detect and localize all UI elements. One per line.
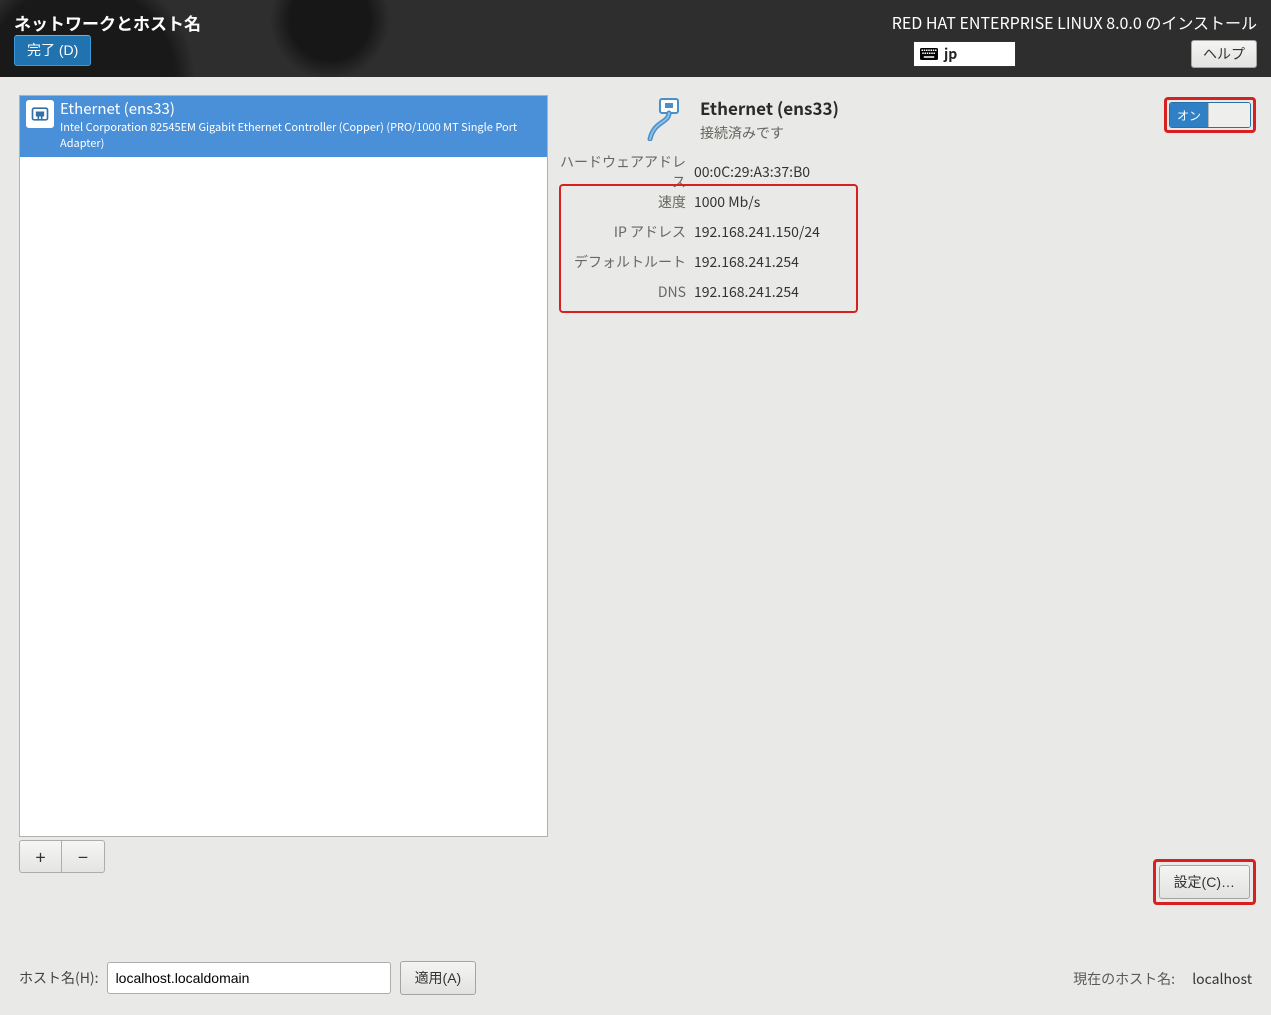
- header-right: RED HAT ENTERPRISE LINUX 8.0.0 のインストール j…: [892, 10, 1257, 68]
- keyboard-layout-label: jp: [944, 44, 957, 64]
- device-name: Ethernet (ens33): [60, 100, 541, 118]
- body: Ethernet (ens33) Intel Corporation 82545…: [0, 77, 1271, 1015]
- current-hostname-label: 現在のホスト名:: [1073, 969, 1175, 989]
- add-device-button[interactable]: +: [19, 840, 62, 873]
- hostname-input[interactable]: [107, 962, 391, 994]
- hwaddr-label: ハードウェアアドレス: [560, 152, 692, 192]
- apply-button[interactable]: 適用(A): [400, 961, 477, 995]
- detail-status: 接続済みです: [700, 123, 839, 143]
- detail-name: Ethernet (ens33): [700, 95, 839, 120]
- page-title: ネットワークとホスト名: [14, 10, 201, 35]
- connection-toggle[interactable]: オン: [1169, 102, 1251, 128]
- device-list[interactable]: Ethernet (ens33) Intel Corporation 82545…: [19, 95, 548, 837]
- device-row-ens33[interactable]: Ethernet (ens33) Intel Corporation 82545…: [20, 96, 547, 157]
- remove-device-button[interactable]: −: [62, 840, 105, 873]
- speed-value: 1000 Mb/s: [692, 192, 760, 212]
- dns-value: 192.168.241.254: [692, 282, 799, 302]
- speed-label: 速度: [560, 192, 692, 212]
- toggle-on-label: オン: [1170, 103, 1208, 127]
- hostname-label: ホスト名(H):: [19, 968, 99, 988]
- help-button[interactable]: ヘルプ: [1191, 40, 1257, 68]
- toggle-highlight: オン: [1164, 97, 1256, 133]
- configure-button[interactable]: 設定(C)…: [1159, 865, 1250, 899]
- done-button[interactable]: 完了 (D): [14, 35, 91, 66]
- header-bar: ネットワークとホスト名 完了 (D) RED HAT ENTERPRISE LI…: [0, 0, 1271, 77]
- route-value: 192.168.241.254: [692, 252, 799, 272]
- keyboard-indicator[interactable]: jp: [913, 41, 1016, 67]
- device-sub: Intel Corporation 82545EM Gigabit Ethern…: [60, 119, 541, 151]
- route-label: デフォルトルート: [560, 252, 692, 272]
- toggle-knob: [1208, 103, 1250, 127]
- ip-value: 192.168.241.150/24: [692, 222, 820, 242]
- ethernet-icon: [646, 97, 690, 141]
- detail-header: Ethernet (ens33) 接続済みです: [646, 95, 839, 143]
- hwaddr-value: 00:0C:29:A3:37:B0: [692, 162, 810, 182]
- hostname-row: ホスト名(H): 適用(A): [19, 961, 476, 995]
- keyboard-icon: [920, 47, 938, 61]
- detail-rows: ハードウェアアドレス 00:0C:29:A3:37:B0 速度 1000 Mb/…: [560, 157, 860, 307]
- config-highlight: 設定(C)…: [1153, 859, 1256, 905]
- dns-label: DNS: [560, 282, 692, 302]
- ip-label: IP アドレス: [560, 222, 692, 242]
- nic-icon: [26, 100, 54, 128]
- current-hostname-value: localhost: [1192, 969, 1252, 989]
- product-name: RED HAT ENTERPRISE LINUX 8.0.0 のインストール: [892, 10, 1257, 34]
- current-hostname: 現在のホスト名: localhost: [1073, 969, 1252, 989]
- device-list-buttons: + −: [19, 840, 548, 875]
